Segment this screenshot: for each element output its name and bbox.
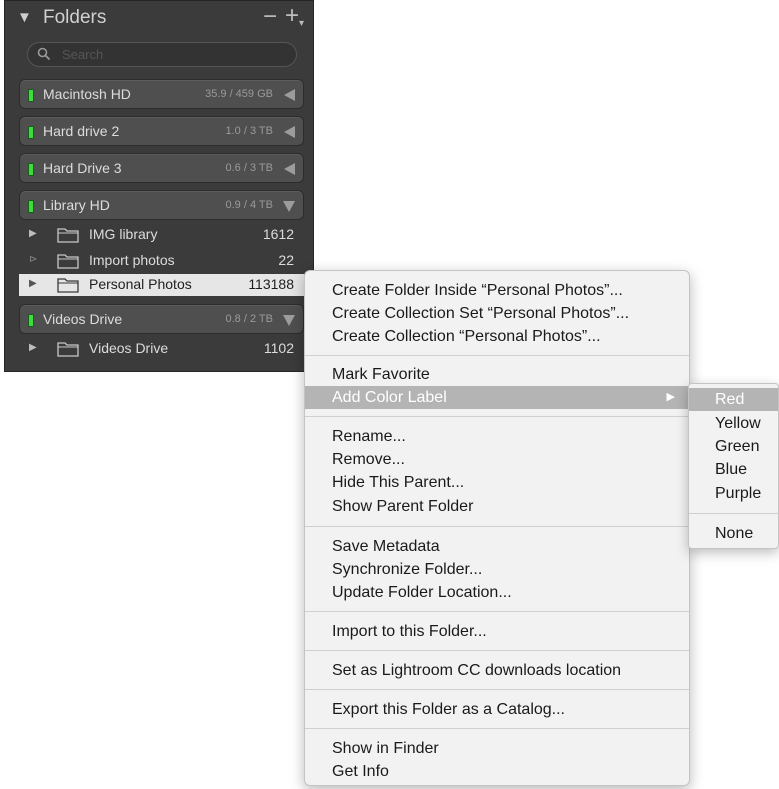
menu-item-show-parent-folder[interactable]: Show Parent Folder <box>305 495 689 518</box>
color-label-submenu: Red Yellow Green Blue Purple None <box>688 383 779 549</box>
add-folder-button[interactable]: +▾ <box>285 2 304 30</box>
volume-name: Library HD <box>43 197 110 213</box>
menu-item-import-to-folder[interactable]: Import to this Folder... <box>305 620 689 643</box>
folder-icon <box>57 228 79 243</box>
disclosure-triangle-icon[interactable]: ⊳ <box>29 254 37 265</box>
folder-photo-count: 22 <box>278 252 294 268</box>
expanded-arrow-icon[interactable] <box>283 201 295 212</box>
folder-icon <box>57 278 79 293</box>
menu-item-label: Add Color Label <box>332 389 447 406</box>
disclosure-triangle-icon[interactable]: ▶ <box>29 278 37 289</box>
dropdown-indicator-icon: ▾ <box>299 18 305 29</box>
expanded-arrow-icon[interactable] <box>283 315 295 326</box>
volume-name: Hard drive 2 <box>43 123 120 139</box>
folder-row-personal-photos[interactable]: ▶ Personal Photos 113188 <box>19 274 304 296</box>
volume-name: Macintosh HD <box>43 86 131 102</box>
online-status-icon <box>28 314 34 327</box>
folder-name: Personal Photos <box>89 276 192 292</box>
folder-icon <box>57 254 79 269</box>
folder-photo-count: 1612 <box>262 226 294 242</box>
menu-separator <box>305 526 689 527</box>
remove-folder-button[interactable]: − <box>263 3 277 31</box>
add-folder-label: + <box>285 2 300 29</box>
menu-item-update-folder-location[interactable]: Update Folder Location... <box>305 581 689 604</box>
menu-item-get-info[interactable]: Get Info <box>305 760 689 783</box>
collapsed-arrow-icon[interactable] <box>284 163 295 175</box>
panel-header[interactable]: ▼ Folders − +▾ <box>5 1 313 37</box>
disclosure-triangle-icon[interactable]: ▶ <box>29 342 37 353</box>
color-label-none[interactable]: None <box>689 522 778 545</box>
volume-videos-drive[interactable]: Videos Drive 0.8 / 2 TB <box>19 304 304 334</box>
volume-library-hd[interactable]: Library HD 0.9 / 4 TB <box>19 190 304 220</box>
search-icon <box>37 47 51 61</box>
folder-row-videos-drive[interactable]: ▶ Videos Drive 1102 <box>19 338 304 360</box>
menu-separator <box>305 416 689 417</box>
menu-separator <box>305 689 689 690</box>
submenu-separator <box>689 513 778 514</box>
color-label-blue[interactable]: Blue <box>689 458 778 481</box>
collapse-triangle-icon[interactable]: ▼ <box>17 9 32 26</box>
color-label-green[interactable]: Green <box>689 435 778 458</box>
menu-item-create-folder-inside[interactable]: Create Folder Inside “Personal Photos”..… <box>305 279 689 302</box>
folder-row-img-library[interactable]: ▶ IMG library 1612 <box>19 224 304 246</box>
folder-photo-count: 113188 <box>248 276 294 292</box>
volume-hard-drive-3[interactable]: Hard Drive 3 0.6 / 3 TB <box>19 153 304 183</box>
menu-item-mark-favorite[interactable]: Mark Favorite <box>305 363 689 386</box>
volume-size: 0.6 / 3 TB <box>225 162 274 174</box>
disclosure-triangle-icon[interactable]: ▶ <box>29 228 37 239</box>
submenu-arrow-icon: ▶ <box>666 391 675 403</box>
folder-name: IMG library <box>89 226 158 242</box>
online-status-icon <box>28 126 34 139</box>
folders-panel: ▼ Folders − +▾ Search Macintosh HD 35.9 … <box>4 0 314 372</box>
volume-size: 1.0 / 3 TB <box>225 125 274 137</box>
search-placeholder: Search <box>62 47 104 62</box>
menu-item-export-as-catalog[interactable]: Export this Folder as a Catalog... <box>305 698 689 721</box>
online-status-icon <box>28 163 34 176</box>
collapsed-arrow-icon[interactable] <box>284 89 295 101</box>
volume-hard-drive-2[interactable]: Hard drive 2 1.0 / 3 TB <box>19 116 304 146</box>
volume-size: 0.9 / 4 TB <box>225 199 274 211</box>
collapsed-arrow-icon[interactable] <box>284 126 295 138</box>
menu-separator <box>305 611 689 612</box>
volume-size: 0.8 / 2 TB <box>225 313 274 325</box>
volume-name: Hard Drive 3 <box>43 160 122 176</box>
folder-icon <box>57 342 79 357</box>
folder-row-import-photos[interactable]: ⊳ Import photos 22 <box>19 250 304 272</box>
folder-name: Videos Drive <box>89 340 169 356</box>
online-status-icon <box>28 200 34 213</box>
panel-title: Folders <box>43 7 107 28</box>
menu-separator <box>305 650 689 651</box>
menu-item-add-color-label[interactable]: Add Color Label ▶ <box>305 386 689 409</box>
color-label-red[interactable]: Red <box>689 388 778 411</box>
volume-size: 35.9 / 459 GB <box>205 88 273 100</box>
menu-item-rename[interactable]: Rename... <box>305 425 689 448</box>
volume-name: Videos Drive <box>43 311 123 327</box>
menu-item-set-lightroom-cc-location[interactable]: Set as Lightroom CC downloads location <box>305 659 689 682</box>
folder-name: Import photos <box>89 252 175 268</box>
menu-item-remove[interactable]: Remove... <box>305 448 689 471</box>
menu-item-create-collection-set[interactable]: Create Collection Set “Personal Photos”.… <box>305 302 689 325</box>
color-label-purple[interactable]: Purple <box>689 482 778 505</box>
volume-macintosh-hd[interactable]: Macintosh HD 35.9 / 459 GB <box>19 79 304 109</box>
folder-photo-count: 1102 <box>263 340 294 356</box>
menu-item-synchronize-folder[interactable]: Synchronize Folder... <box>305 558 689 581</box>
search-field[interactable]: Search <box>27 42 297 67</box>
folder-context-menu: Create Folder Inside “Personal Photos”..… <box>304 270 690 786</box>
online-status-icon <box>28 89 34 102</box>
menu-item-save-metadata[interactable]: Save Metadata <box>305 535 689 558</box>
menu-separator <box>305 355 689 356</box>
menu-item-show-in-finder[interactable]: Show in Finder <box>305 737 689 760</box>
menu-separator <box>305 728 689 729</box>
menu-item-hide-this-parent[interactable]: Hide This Parent... <box>305 471 689 494</box>
color-label-yellow[interactable]: Yellow <box>689 412 778 435</box>
menu-item-create-collection[interactable]: Create Collection “Personal Photos”... <box>305 325 689 348</box>
